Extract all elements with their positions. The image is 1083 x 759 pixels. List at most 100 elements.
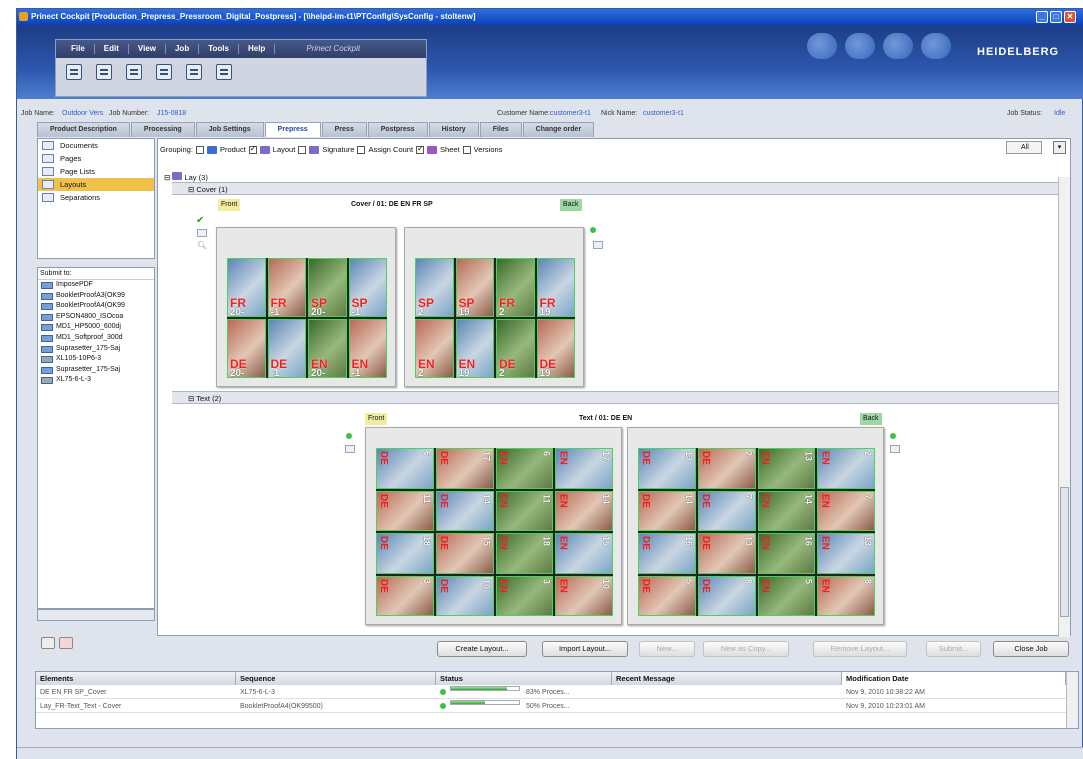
new-as-copy-button[interactable]: New as Copy... [703,641,789,657]
sheet-thumb-icon[interactable] [197,229,207,237]
job-settings-icon[interactable] [126,64,142,80]
tab-press[interactable]: Press [321,122,367,137]
menu-help[interactable]: Help [239,44,276,54]
page-thumbnail[interactable]: SP 19 [455,258,494,317]
tab-history[interactable]: History [428,122,479,137]
submit-item[interactable]: Suprasetter_175-Saj [38,365,154,376]
page-thumbnail[interactable]: EN 13 [817,533,875,574]
page-thumbnail[interactable]: EN 15 [555,533,613,574]
customer-value[interactable]: customer3-t1 [550,107,591,121]
import-icon[interactable] [156,64,172,80]
tab-product-description[interactable]: Product Description [37,122,130,137]
page-thumbnail[interactable]: FR 2 [496,258,535,317]
page-thumbnail[interactable]: DE 7 [697,490,756,531]
page-thumbnail[interactable]: DE 14 [435,490,494,531]
page-thumbnail[interactable]: SP 2 [415,258,454,317]
text-back-sheet[interactable]: DE 13 DE 2 EN 13 EN 2 DE 14 DE 7 EN 14 EN 7 DE 16 DE 13 EN 16… [627,427,884,625]
job-name-value[interactable]: Outdoor Vers [62,107,103,121]
submit-item[interactable]: Suprasetter_175-Saj [38,344,154,355]
tab-job-settings[interactable]: Job Settings [195,122,264,137]
nick-value[interactable]: customer3-t1 [643,107,684,121]
page-thumbnail[interactable]: EN 16 [757,533,816,574]
page-thumbnail[interactable]: EN 10 [555,575,613,616]
remove-layout-button[interactable]: Remove Layout... [813,641,907,657]
nav-item-layouts[interactable]: Layouts [38,178,154,191]
page-thumbnail[interactable]: DE 2 [496,319,535,378]
sheet-thumb-icon[interactable] [593,241,603,249]
menu-tools[interactable]: Tools [199,44,239,54]
submit-item[interactable]: BookletProofA4(OK99 [38,301,154,312]
page-thumbnail[interactable]: EN 13 [757,448,816,489]
col-modification-date[interactable]: Modification Date [842,672,1066,685]
page-thumbnail[interactable]: DE 18 [376,533,434,574]
section-text[interactable]: ⊟ Text (2) [172,391,1060,404]
page-thumbnail[interactable]: EN 19 [455,319,494,378]
tab-prepress[interactable]: Prepress [264,122,321,137]
menu-edit[interactable]: Edit [95,44,129,54]
submit-hscrollbar[interactable] [37,609,155,621]
filter-select[interactable]: All [1006,141,1042,154]
versions-checkbox[interactable] [462,145,471,154]
page-thumbnail[interactable]: DE 3 [376,575,434,616]
tab-change-order[interactable]: Change order [522,122,595,137]
col-sequence[interactable]: Sequence [236,672,436,685]
page-thumbnail[interactable]: EN 20- [308,319,347,378]
page-thumbnail[interactable]: DE 20- [227,319,266,378]
page-thumbnail[interactable]: DE 6 [376,448,434,489]
tab-files[interactable]: Files [479,122,522,137]
menu-file[interactable]: File [62,44,95,54]
page-thumbnail[interactable]: DE 19 [536,319,575,378]
col-elements[interactable]: Elements [36,672,236,685]
page-thumbnail[interactable]: FR -1 [267,258,306,317]
page-thumbnail[interactable]: DE 5 [638,575,696,616]
page-thumbnail[interactable]: EN 14 [757,490,816,531]
save-icon[interactable] [216,64,232,80]
assign-count-checkbox[interactable] [357,145,366,154]
submit-item[interactable]: MD1_Softproof_300d [38,333,154,344]
table-vscrollbar[interactable] [1066,672,1078,728]
layout-vscrollbar[interactable] [1058,177,1070,637]
page-thumbnail[interactable]: DE 14 [638,490,696,531]
menu-job[interactable]: Job [166,44,200,54]
page-thumbnail[interactable]: SP -1 [348,258,387,317]
job-number-value[interactable]: J15-0818 [157,107,186,121]
collapse-icon[interactable]: ⊟ [188,394,196,403]
product-checkbox[interactable] [195,145,204,154]
page-thumbnail[interactable]: FR 19 [536,258,575,317]
zoom-icon[interactable]: 🔍︎ [197,241,207,250]
submit-item[interactable]: BookletProofA3(OK99 [38,291,154,302]
submit-item[interactable]: MD1_HP5000_600dj [38,322,154,333]
page-thumbnail[interactable]: DE -1 [267,319,306,378]
submit-button[interactable]: Submit... [926,641,981,657]
page-thumbnail[interactable]: DE 11 [376,490,434,531]
page-thumbnail[interactable]: EN 17 [555,448,613,489]
print-icon[interactable] [96,64,112,80]
collapse-icon[interactable]: ⊟ [164,173,172,182]
page-thumbnail[interactable]: EN 2 [415,319,454,378]
sheet-thumb-icon[interactable] [890,445,900,453]
section-cover[interactable]: ⊟ Cover (1) [172,182,1060,195]
new-button[interactable]: New... [639,641,695,657]
nav-item-documents[interactable]: Documents [38,139,154,152]
minimize-button[interactable]: _ [1036,11,1048,23]
submit-item[interactable]: XL105-10P6-3 [38,354,154,365]
menu-view[interactable]: View [129,44,166,54]
new-job-icon[interactable] [66,64,82,80]
page-thumbnail[interactable]: DE 13 [697,533,756,574]
page-thumbnail[interactable]: DE 17 [435,448,494,489]
page-thumbnail[interactable]: SP 20- [308,258,347,317]
chevron-down-icon[interactable]: ▾ [1053,141,1066,154]
page-thumbnail[interactable]: DE 16 [638,533,696,574]
page-thumbnail[interactable]: EN 6 [495,448,554,489]
sheet-checkbox[interactable] [416,144,425,154]
submit-item[interactable]: EPSON4800_ISOcoa [38,312,154,323]
page-thumbnail[interactable]: EN 5 [757,575,816,616]
submit-item[interactable]: ImposePDF [38,280,154,291]
page-thumbnail[interactable]: EN 14 [555,490,613,531]
import-layout-button[interactable]: Import Layout... [542,641,628,657]
close-job-button[interactable]: Close Job [993,641,1069,657]
page-thumbnail[interactable]: FR 20- [227,258,266,317]
page-thumbnail[interactable]: EN 18 [495,533,554,574]
nav-item-page-lists[interactable]: Page Lists [38,165,154,178]
page-thumbnail[interactable]: EN 2 [817,448,875,489]
